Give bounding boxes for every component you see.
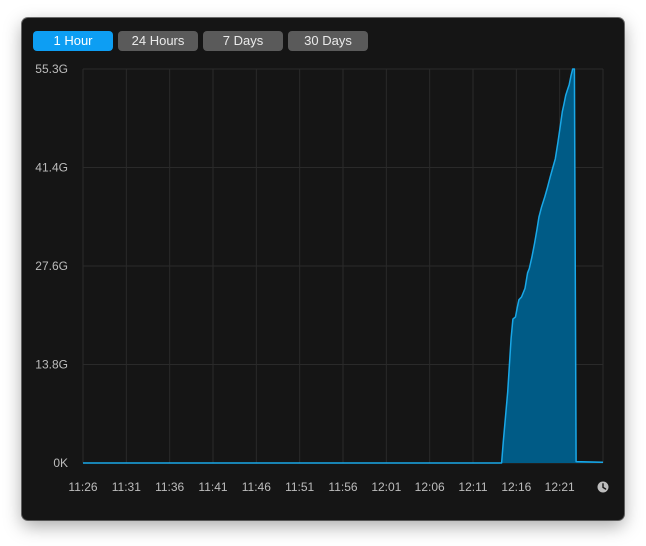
y-tick-label: 55.3G	[35, 62, 68, 76]
network-usage-window: 1 Hour 24 Hours 7 Days 30 Days 0K 13.8G 27…	[22, 18, 624, 520]
x-tick-label: 11:46	[242, 480, 271, 494]
y-axis: 0K 13.8G 27.6G 41.4G 55.3G	[35, 62, 68, 470]
x-tick-label: 11:56	[328, 480, 357, 494]
x-tick-label: 11:31	[112, 480, 141, 494]
clock-icon[interactable]	[597, 481, 609, 493]
x-tick-label: 11:36	[155, 480, 184, 494]
x-axis: 11:26 11:31 11:36 11:41 11:46 11:51 11:56 12:01…	[68, 480, 575, 494]
usage-area-chart: 0K13.8G27.6G41.4G55.3G 11:26 11:31 11:36 11…	[35, 62, 609, 494]
y-tick-label: 13.8G	[35, 358, 68, 372]
y-tick-label: 0K	[53, 456, 68, 470]
x-tick-label: 11:51	[285, 480, 314, 494]
x-tick-label: 12:11	[458, 480, 487, 494]
x-tick-label: 12:21	[545, 480, 575, 494]
x-tick-label: 12:16	[501, 480, 531, 494]
x-tick-label: 11:26	[68, 480, 97, 494]
x-tick-label: 12:01	[371, 480, 401, 494]
y-tick-label: 41.4G	[35, 161, 68, 175]
y-tick-label: 27.6G	[35, 259, 68, 273]
x-tick-label: 12:06	[415, 480, 445, 494]
x-tick-label: 11:41	[198, 480, 227, 494]
